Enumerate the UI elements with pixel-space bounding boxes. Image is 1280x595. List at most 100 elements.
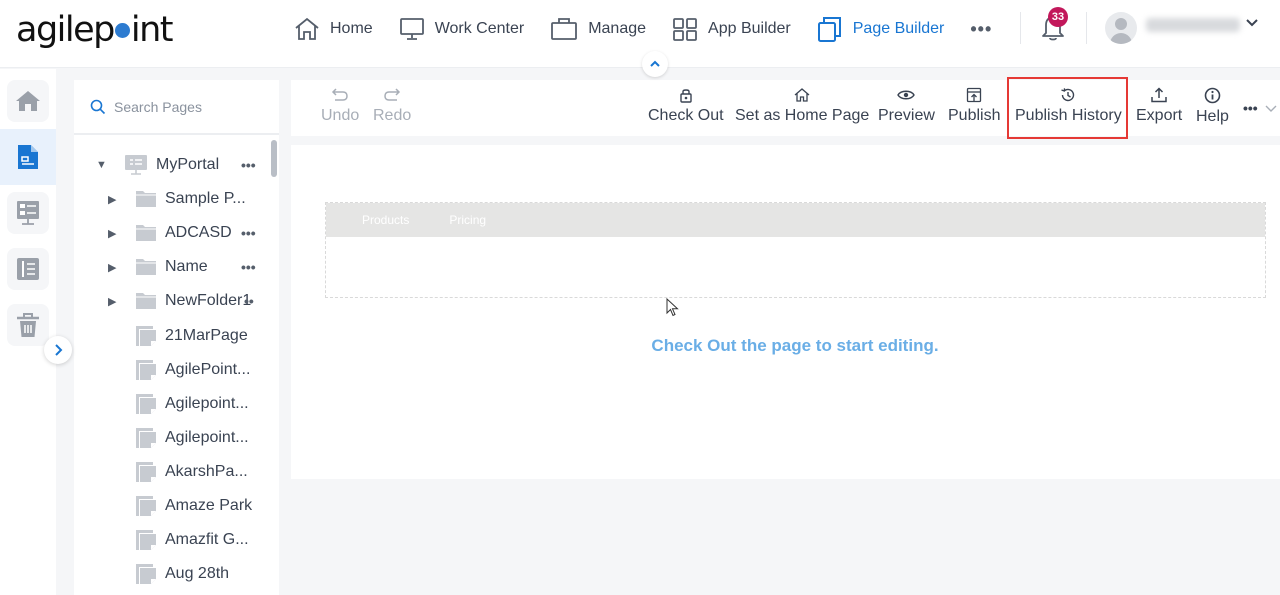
redo-button[interactable]: Redo [373, 80, 411, 136]
tree-item-label: MyPortal [156, 156, 220, 173]
rail-pages[interactable] [0, 129, 56, 185]
tree-page[interactable]: AkarshPa... [135, 455, 248, 489]
export-button[interactable]: Export [1136, 80, 1182, 136]
tree-item-label: ADCASD [165, 224, 232, 241]
more-options-icon[interactable]: ••• [241, 259, 256, 275]
menu-item-products: Products [362, 213, 410, 227]
tree-item-label: AkarshPa... [165, 463, 248, 480]
folder-icon [136, 225, 156, 241]
tree-page[interactable]: Agilepoint... [135, 387, 249, 421]
info-icon [1204, 87, 1221, 104]
nav-work-center-label: Work Center [434, 20, 525, 37]
rail-portal[interactable] [0, 185, 56, 241]
checkout-message: Check Out the page to start editing. [651, 336, 939, 355]
more-dots-icon: ••• [970, 18, 993, 39]
page-icon [136, 462, 156, 482]
eye-icon [897, 90, 916, 100]
nav-app-builder[interactable]: App Builder [672, 17, 791, 41]
check-out-button[interactable]: Check Out [648, 80, 724, 136]
more-options-icon[interactable]: •• [244, 293, 254, 309]
tree-page[interactable]: Amazfit G... [135, 523, 249, 557]
pages-tree-panel: ▼ MyPortal ••• ▶ Sample P... ▶ ADCASD ••… [74, 80, 279, 595]
page-icon [136, 428, 156, 448]
icon-rail [0, 69, 56, 595]
logo-dot [114, 23, 130, 38]
page-icon [136, 564, 156, 584]
tree-item-label: AgilePoint... [165, 361, 251, 378]
search-pages-input[interactable] [114, 98, 274, 115]
set-home-page-button[interactable]: Set as Home Page [735, 80, 869, 136]
history-icon [1061, 88, 1075, 102]
set-home-page-label: Set as Home Page [735, 107, 870, 124]
tree-item-label: Name [165, 258, 208, 275]
tree-folder[interactable]: ▶ Name ••• [108, 250, 256, 284]
chevron-right-icon [55, 344, 63, 356]
trash-icon [17, 313, 39, 337]
tree-page[interactable]: Amaze Park [135, 489, 252, 523]
check-out-label: Check Out [648, 107, 724, 124]
help-button[interactable]: Help [1196, 80, 1229, 136]
mouse-cursor-icon [666, 298, 679, 317]
expand-panel-button[interactable] [44, 336, 72, 364]
rail-list[interactable] [0, 241, 56, 297]
agilepoint-logo[interactable]: agilep int [16, 10, 174, 50]
caret-right-icon[interactable]: ▶ [108, 193, 118, 206]
publish-button[interactable]: Publish [948, 80, 1000, 136]
publish-icon [967, 87, 982, 103]
nav-manage[interactable]: Manage [550, 17, 646, 41]
top-bar: agilep int Home Work Center Manage App Bu… [0, 0, 1280, 68]
tree-item-label: 21MarPage [165, 327, 248, 344]
caret-down-icon[interactable]: ▼ [96, 159, 107, 171]
caret-right-icon[interactable]: ▶ [108, 261, 118, 274]
nav-manage-label: Manage [588, 20, 647, 37]
home-icon [295, 17, 319, 40]
tree-page[interactable]: Agilepoint... [135, 421, 249, 455]
tree-root-myportal[interactable]: ▼ MyPortal ••• [96, 148, 256, 182]
tree-folder[interactable]: ▶ Sample P... [108, 182, 246, 216]
collapse-header-button[interactable] [642, 51, 668, 77]
folder-icon [136, 293, 156, 309]
tree-page[interactable]: 21MarPage [135, 319, 248, 353]
folder-icon [136, 191, 156, 207]
page-layout-preview: Products Pricing [325, 202, 1266, 298]
main-nav: Home Work Center Manage App Builder Page… [294, 14, 1018, 44]
scrollbar[interactable] [271, 140, 277, 177]
publish-history-button[interactable]: Publish History [1015, 80, 1122, 136]
publish-label: Publish [948, 107, 1001, 124]
rail-home[interactable] [0, 73, 56, 129]
avatar[interactable] [1105, 12, 1137, 44]
caret-right-icon[interactable]: ▶ [108, 227, 118, 240]
tree-page[interactable]: AgilePoint... [135, 353, 250, 387]
nav-home[interactable]: Home [294, 17, 373, 41]
tree-folder[interactable]: ▶ NewFolder1 •• [108, 284, 254, 318]
briefcase-icon [551, 18, 578, 40]
folder-icon [136, 259, 156, 275]
caret-right-icon[interactable]: ▶ [108, 295, 118, 308]
page-icon [136, 394, 156, 414]
menu-item-pricing: Pricing [449, 213, 487, 227]
tree-item-label: Aug 28th [165, 565, 230, 582]
nav-more-button[interactable]: ••• [970, 19, 992, 40]
more-options-icon[interactable]: ••• [241, 157, 256, 173]
undo-button[interactable]: Undo [321, 80, 359, 136]
nav-work-center[interactable]: Work Center [399, 17, 525, 41]
nav-page-builder[interactable]: Page Builder [817, 16, 944, 42]
tree-folder[interactable]: ▶ ADCASD ••• [108, 216, 256, 250]
tree-item-label: Amazfit G... [165, 531, 249, 548]
lock-icon [680, 89, 692, 103]
user-name[interactable]: (blurred user name) [1146, 18, 1240, 32]
page-icon [136, 360, 156, 380]
toolbar-more-button[interactable]: ••• [1243, 100, 1278, 116]
preview-button[interactable]: Preview [878, 80, 935, 136]
portal-icon [125, 155, 147, 175]
undo-label: Undo [321, 107, 360, 124]
tree-item-label: Agilepoint... [165, 429, 249, 446]
search-box [74, 80, 279, 135]
chevron-down-icon[interactable] [1245, 17, 1259, 29]
more-options-icon[interactable]: ••• [241, 225, 256, 241]
tree-page[interactable]: Aug 28th [135, 557, 229, 591]
portal-icon [17, 201, 39, 225]
undo-icon [332, 88, 348, 101]
page-icon [136, 326, 156, 346]
home-icon [794, 88, 810, 102]
